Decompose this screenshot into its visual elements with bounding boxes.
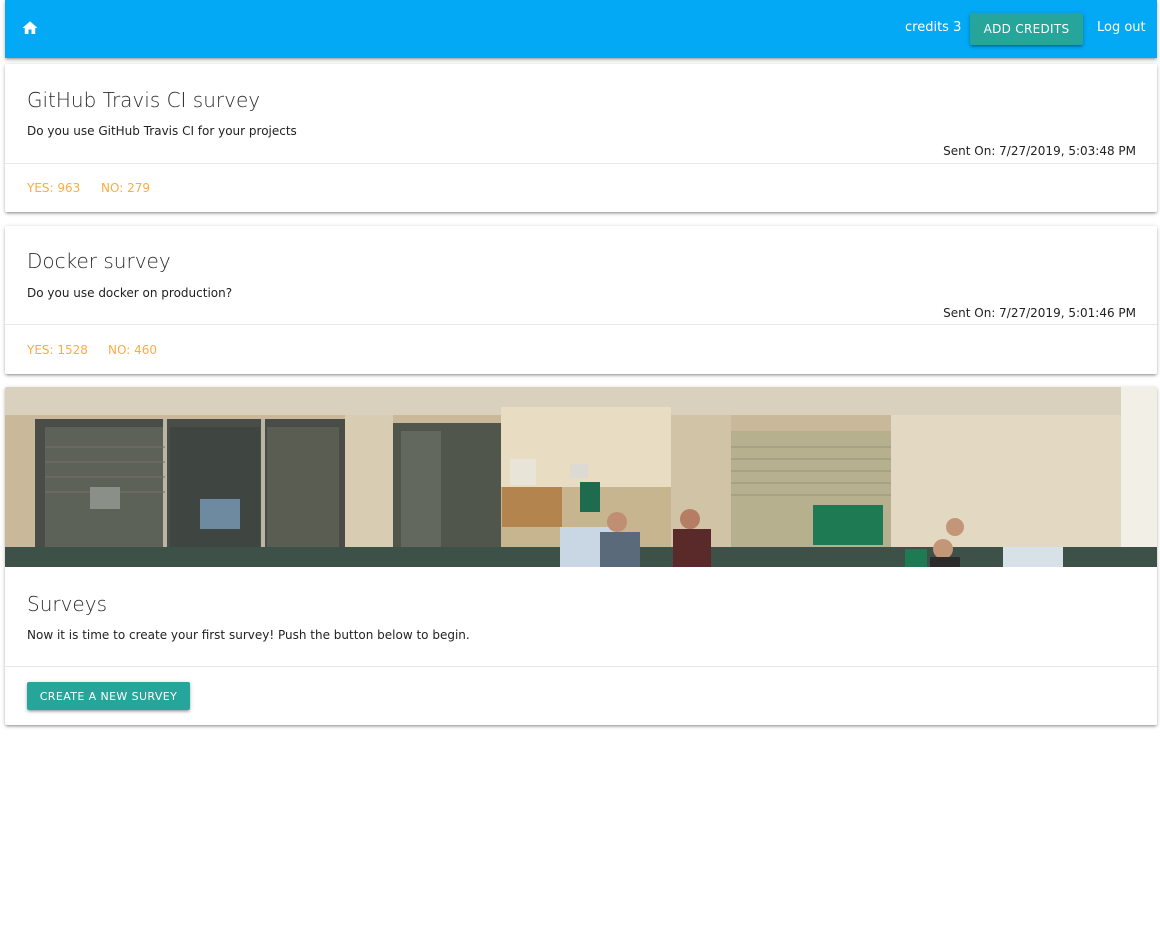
- create-survey-button[interactable]: CREATE A NEW SURVEY: [27, 682, 190, 710]
- survey-yes-count[interactable]: YES: 1528: [27, 342, 88, 358]
- office-photo: [5, 387, 1157, 567]
- survey-title: Docker survey: [27, 249, 171, 273]
- intro-body: Now it is time to create your first surv…: [27, 628, 470, 642]
- card-divider: [5, 324, 1157, 325]
- add-credits-button[interactable]: ADD CREDITS: [970, 13, 1083, 45]
- survey-no-count[interactable]: NO: 279: [101, 180, 150, 196]
- survey-body: Do you use GitHub Travis CI for your pro…: [27, 124, 297, 138]
- survey-no-count[interactable]: NO: 460: [108, 342, 157, 358]
- survey-sent-on: Sent On: 7/27/2019, 5:03:48 PM: [943, 144, 1136, 158]
- credits-label: credits 3: [905, 20, 962, 35]
- survey-yes-count[interactable]: YES: 963: [27, 180, 80, 196]
- survey-card: Docker survey Do you use docker on produ…: [5, 226, 1157, 374]
- survey-body: Do you use docker on production?: [27, 286, 233, 300]
- card-divider: [5, 163, 1157, 164]
- survey-card: GitHub Travis CI survey Do you use GitHu…: [5, 64, 1157, 212]
- page: credits 3 ADD CREDITS Log out GitHub Tra…: [0, 0, 1160, 949]
- logout-link[interactable]: Log out: [1097, 20, 1146, 36]
- survey-sent-on: Sent On: 7/27/2019, 5:01:46 PM: [943, 306, 1136, 320]
- navbar: credits 3 ADD CREDITS Log out: [5, 0, 1157, 58]
- intro-card: Surveys Now it is time to create your fi…: [5, 387, 1157, 725]
- home-icon[interactable]: [21, 19, 39, 37]
- survey-title: GitHub Travis CI survey: [27, 88, 261, 112]
- intro-title: Surveys: [27, 592, 107, 616]
- card-divider: [5, 666, 1157, 667]
